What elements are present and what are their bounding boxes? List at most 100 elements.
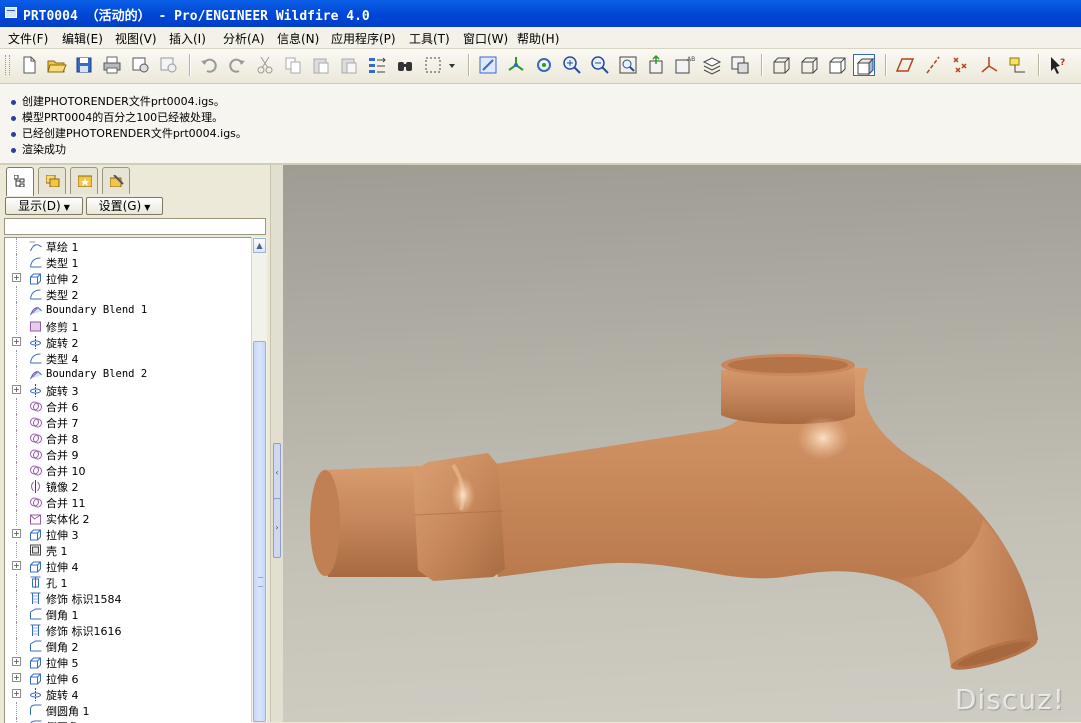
- tree-item[interactable]: 合并 7: [5, 414, 252, 430]
- paste-special-icon[interactable]: [338, 54, 360, 76]
- tree-item[interactable]: + 拉伸 6: [5, 670, 252, 686]
- window-app-icon[interactable]: [5, 7, 17, 18]
- tab-folder-browser[interactable]: [38, 167, 66, 194]
- select-box-icon[interactable]: [422, 54, 444, 76]
- tree-item[interactable]: 草绘 1: [5, 238, 252, 254]
- hidden-line-icon[interactable]: [798, 54, 820, 76]
- copy-icon[interactable]: [282, 54, 304, 76]
- zoom-out-icon[interactable]: [589, 54, 611, 76]
- tree-item[interactable]: 合并 10: [5, 462, 252, 478]
- email-link-icon[interactable]: [157, 54, 179, 76]
- expand-panel-button[interactable]: ›: [273, 498, 281, 558]
- collapse-panel-button[interactable]: ‹: [273, 443, 281, 503]
- tab-favorites[interactable]: [70, 167, 98, 194]
- new-file-icon[interactable]: [18, 54, 40, 76]
- menu-view[interactable]: 视图(V): [115, 30, 157, 47]
- tree-item[interactable]: 合并 9: [5, 446, 252, 462]
- tree-item[interactable]: 孔 1: [5, 574, 252, 590]
- menu-help[interactable]: 帮助(H): [517, 30, 559, 47]
- tree-item[interactable]: 类型 1: [5, 254, 252, 270]
- undo-icon[interactable]: [198, 54, 220, 76]
- wireframe-icon[interactable]: [770, 54, 792, 76]
- tree-item[interactable]: 倒圆角 2: [5, 718, 252, 723]
- cut-icon[interactable]: [254, 54, 276, 76]
- tree-item[interactable]: 镜像 2: [5, 478, 252, 494]
- tree-item[interactable]: + 旋转 3: [5, 382, 252, 398]
- select-dropdown-icon[interactable]: [446, 54, 458, 76]
- layers-icon[interactable]: [701, 54, 723, 76]
- open-folder-icon[interactable]: [45, 54, 67, 76]
- tree-item[interactable]: 实体化 2: [5, 510, 252, 526]
- show-dropdown[interactable]: 显示(D) ▼: [5, 197, 83, 215]
- menu-edit[interactable]: 编辑(E): [62, 30, 103, 47]
- tree-item[interactable]: 类型 4: [5, 350, 252, 366]
- tree-item[interactable]: 合并 6: [5, 398, 252, 414]
- menu-info[interactable]: 信息(N): [277, 30, 319, 47]
- tree-item[interactable]: 合并 8: [5, 430, 252, 446]
- expand-icon[interactable]: +: [12, 657, 21, 666]
- tree-item[interactable]: + 拉伸 2: [5, 270, 252, 286]
- expand-icon[interactable]: +: [12, 529, 21, 538]
- annotations-icon[interactable]: [1006, 54, 1028, 76]
- refit-icon[interactable]: [617, 54, 639, 76]
- tree-item[interactable]: 壳 1: [5, 542, 252, 558]
- context-help-icon[interactable]: ?: [1047, 54, 1069, 76]
- settings-dropdown[interactable]: 设置(G) ▼: [86, 197, 163, 215]
- tree-item[interactable]: Boundary Blend 1: [5, 302, 252, 318]
- tree-item[interactable]: 修饰 标识1584: [5, 590, 252, 606]
- saved-views-icon[interactable]: AB: [673, 54, 695, 76]
- tree-filter-field[interactable]: [4, 218, 266, 235]
- datum-points-icon[interactable]: [950, 54, 972, 76]
- redraw-icon[interactable]: [477, 54, 499, 76]
- tree-item[interactable]: 修饰 标识1616: [5, 622, 252, 638]
- graphics-viewport[interactable]: Discuz!: [283, 165, 1081, 722]
- expand-icon[interactable]: +: [12, 561, 21, 570]
- menu-file[interactable]: 文件(F): [8, 30, 48, 47]
- tab-connections[interactable]: [102, 167, 130, 194]
- datum-axes-icon[interactable]: [922, 54, 944, 76]
- save-icon[interactable]: [73, 54, 95, 76]
- find-icon[interactable]: [394, 54, 416, 76]
- expand-icon[interactable]: +: [12, 273, 21, 282]
- tree-item[interactable]: + 旋转 4: [5, 686, 252, 702]
- tree-item[interactable]: 合并 11: [5, 494, 252, 510]
- orient-mode-icon[interactable]: [533, 54, 555, 76]
- expand-icon[interactable]: +: [12, 385, 21, 394]
- tree-item[interactable]: Boundary Blend 2: [5, 366, 252, 382]
- expand-icon[interactable]: +: [12, 673, 21, 682]
- tree-item[interactable]: 修剪 1: [5, 318, 252, 334]
- tree-item[interactable]: + 拉伸 3: [5, 526, 252, 542]
- tree-item[interactable]: 倒角 2: [5, 638, 252, 654]
- spin-center-icon[interactable]: [505, 54, 527, 76]
- toolbar-grip[interactable]: [5, 55, 10, 75]
- tree-item[interactable]: + 旋转 2: [5, 334, 252, 350]
- coordinate-systems-icon[interactable]: [978, 54, 1000, 76]
- tree-item[interactable]: 类型 2: [5, 286, 252, 302]
- tree-item[interactable]: 倒角 1: [5, 606, 252, 622]
- scroll-thumb[interactable]: [253, 341, 266, 722]
- tree-scrollbar[interactable]: ▲: [251, 237, 267, 722]
- tree-item[interactable]: 倒圆角 1: [5, 702, 252, 718]
- shading-icon[interactable]: [853, 54, 875, 76]
- menu-applications[interactable]: 应用程序(P): [331, 30, 396, 47]
- menu-window[interactable]: 窗口(W): [463, 30, 508, 47]
- view-manager-icon[interactable]: [729, 54, 751, 76]
- email-icon[interactable]: [129, 54, 151, 76]
- tab-model-tree[interactable]: [6, 167, 34, 196]
- redo-icon[interactable]: [226, 54, 248, 76]
- tree-item[interactable]: + 拉伸 4: [5, 558, 252, 574]
- no-hidden-icon[interactable]: [826, 54, 848, 76]
- panel-splitter[interactable]: ‹ ›: [270, 165, 283, 722]
- menu-analysis[interactable]: 分析(A): [223, 30, 265, 47]
- zoom-in-icon[interactable]: [561, 54, 583, 76]
- expand-icon[interactable]: +: [12, 337, 21, 346]
- menu-tools[interactable]: 工具(T): [409, 30, 450, 47]
- datum-planes-icon[interactable]: [894, 54, 916, 76]
- reorient-icon[interactable]: [645, 54, 667, 76]
- scroll-up-button[interactable]: ▲: [253, 238, 266, 253]
- tree-item[interactable]: + 拉伸 5: [5, 654, 252, 670]
- regenerate-icon[interactable]: [366, 54, 388, 76]
- print-icon[interactable]: [101, 54, 123, 76]
- expand-icon[interactable]: +: [12, 689, 21, 698]
- paste-icon[interactable]: [310, 54, 332, 76]
